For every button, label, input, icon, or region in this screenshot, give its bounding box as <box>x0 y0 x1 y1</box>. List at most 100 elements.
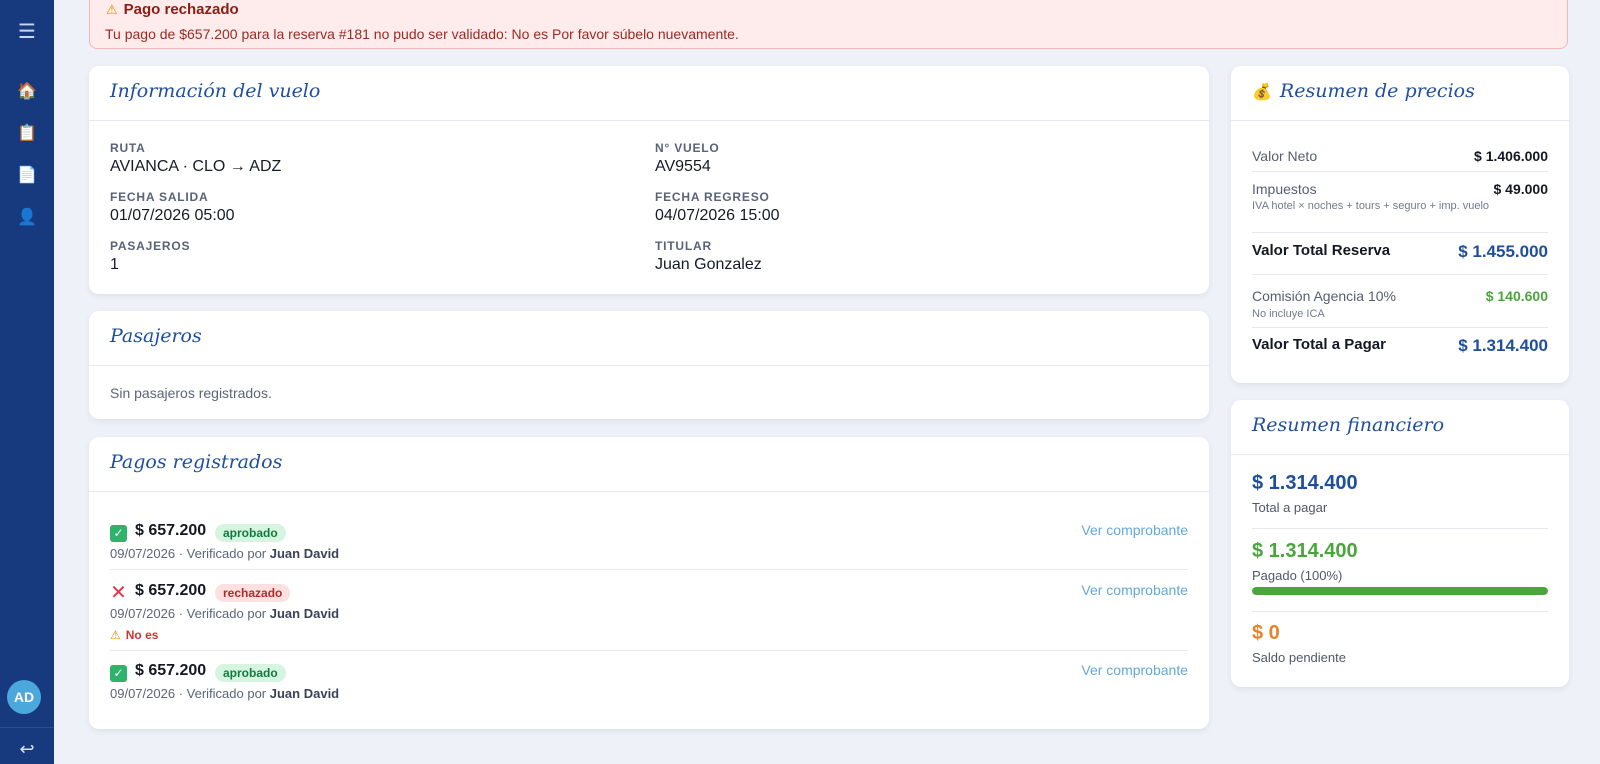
alert-title: ⚠ Pago rechazado <box>106 1 239 18</box>
view-receipt-link[interactable]: Ver comprobante <box>1081 662 1188 678</box>
user-icon[interactable]: 👤 <box>0 208 54 228</box>
rejection-reason-text: No es <box>125 628 159 642</box>
row-divider <box>110 650 1188 651</box>
financial-divider <box>1252 528 1548 529</box>
menu-icon[interactable]: ☰ <box>0 18 54 46</box>
passengers-empty-text: Sin pasajeros registrados. <box>110 385 272 401</box>
pending-label: Saldo pendiente <box>1252 650 1346 665</box>
price-summary-title: 💰 Resumen de precios <box>1252 80 1475 102</box>
total-amount: $ 1.314.400 <box>1252 472 1358 494</box>
holder-value: Juan Gonzalez <box>655 256 762 273</box>
payment-amount: $ 657.200 <box>135 522 207 539</box>
approved-check-icon: ✓ <box>110 525 127 542</box>
home-icon[interactable]: 🏠 <box>0 82 54 102</box>
pending-amount: $ 0 <box>1252 622 1280 644</box>
departure-date-value: 01/07/2026 05:00 <box>110 207 235 224</box>
paid-progress-fill <box>1252 587 1548 595</box>
view-receipt-link[interactable]: Ver comprobante <box>1081 522 1188 538</box>
verified-prefix: Verificado por <box>186 686 267 701</box>
sidebar-divider <box>0 727 54 728</box>
financial-summary-card: Resumen financiero $ 1.314.400 Total a p… <box>1231 400 1569 687</box>
verifier-name: Juan David <box>269 606 340 621</box>
flight-info-title: Información del vuelo <box>110 80 321 102</box>
return-date-label: FECHA REGRESO <box>655 190 770 204</box>
documents-icon[interactable]: 📄 <box>0 166 54 186</box>
total-reservation-value: $ 1.455.000 <box>1458 242 1548 261</box>
flight-number-label: N° VUELO <box>655 141 720 155</box>
rejection-reason: ⚠ No es <box>110 628 158 642</box>
total-to-pay-value: $ 1.314.400 <box>1458 336 1548 355</box>
payments-title: Pagos registrados <box>110 451 283 473</box>
status-badge: aprobado <box>215 664 286 682</box>
verified-prefix: Verificado por <box>186 546 267 561</box>
price-divider <box>1252 232 1548 233</box>
route-label: RUTA <box>110 141 146 155</box>
flight-info-card: Información del vuelo RUTA AVIANCA · CLO… <box>89 66 1209 294</box>
route-value: AVIANCA · CLO → ADZ <box>110 158 282 175</box>
financial-divider <box>1252 611 1548 612</box>
flight-number-value: AV9554 <box>655 158 711 175</box>
taxes-label: Impuestos <box>1252 181 1317 197</box>
verifier-name: Juan David <box>269 686 340 701</box>
payment-amount: $ 657.200 <box>135 582 207 599</box>
paid-label: Pagado (100%) <box>1252 568 1343 583</box>
total-reservation-label: Valor Total Reserva <box>1252 242 1391 259</box>
status-badge: aprobado <box>215 524 286 542</box>
passengers-title: Pasajeros <box>110 325 202 347</box>
warning-icon: ⚠ <box>110 628 121 642</box>
commission-label: Comisión Agencia 10% <box>1252 288 1396 304</box>
rejected-x-icon: ✕ <box>110 582 127 604</box>
money-bag-icon: 💰 <box>1252 82 1272 101</box>
payment-row: ✓ $ 657.200 aprobado 09/07/2026 · Verifi… <box>110 662 1188 705</box>
payment-row: ✕ $ 657.200 rechazado 09/07/2026 · Verif… <box>110 582 1188 642</box>
payment-rejected-alert: ⚠ Pago rechazado Tu pago de $657.200 para… <box>89 0 1568 49</box>
verifier-name: Juan David <box>269 546 340 561</box>
holder-label: TITULAR <box>655 239 712 253</box>
price-summary-card: 💰 Resumen de precios Valor Neto $ 1.406.0… <box>1231 66 1569 383</box>
verified-prefix: Verificado por <box>186 606 267 621</box>
payment-row: ✓ $ 657.200 aprobado 09/07/2026 · Verifi… <box>110 522 1188 565</box>
logout-icon[interactable]: ↩ <box>0 738 54 760</box>
view-receipt-link[interactable]: Ver comprobante <box>1081 582 1188 598</box>
payment-amount: $ 657.200 <box>135 662 207 679</box>
paid-progress-bar <box>1252 587 1548 595</box>
total-label: Total a pagar <box>1252 500 1328 515</box>
price-divider <box>1252 327 1548 328</box>
card-header: Pagos registrados <box>89 437 1209 492</box>
payment-meta: 09/07/2026 · Verificado por Juan David <box>110 606 340 621</box>
departure-date-label: FECHA SALIDA <box>110 190 209 204</box>
card-header: 💰 Resumen de precios <box>1231 66 1569 121</box>
price-divider <box>1252 171 1548 172</box>
reservations-icon[interactable]: 📋 <box>0 124 54 144</box>
paid-amount: $ 1.314.400 <box>1252 540 1358 562</box>
payment-date: 09/07/2026 <box>110 686 176 701</box>
commission-note: No incluye ICA <box>1252 308 1325 320</box>
payment-date: 09/07/2026 <box>110 606 176 621</box>
approved-check-icon: ✓ <box>110 665 127 682</box>
alert-title-text: Pago rechazado <box>123 1 239 18</box>
passengers-count-label: PASAJEROS <box>110 239 191 253</box>
card-header: Resumen financiero <box>1231 400 1569 455</box>
return-date-value: 04/07/2026 15:00 <box>655 207 780 224</box>
status-badge: rechazado <box>215 584 291 602</box>
net-value-label: Valor Neto <box>1252 148 1318 164</box>
price-divider <box>1252 274 1548 275</box>
payment-meta: 09/07/2026 · Verificado por Juan David <box>110 546 340 561</box>
sidebar: ☰ 🏠 📋 📄 👤 AD ↩ <box>0 0 54 764</box>
alert-message: Tu pago de $657.200 para la reserva #181… <box>105 26 739 42</box>
commission-value: $ 140.600 <box>1485 288 1548 304</box>
financial-summary-title: Resumen financiero <box>1252 414 1445 436</box>
payment-date: 09/07/2026 <box>110 546 176 561</box>
passengers-count-value: 1 <box>110 256 119 273</box>
net-value: $ 1.406.000 <box>1474 148 1548 164</box>
price-summary-title-text: Resumen de precios <box>1279 80 1475 102</box>
card-header: Pasajeros <box>89 311 1209 366</box>
warning-icon: ⚠ <box>106 2 118 17</box>
row-divider <box>110 569 1188 570</box>
card-header: Información del vuelo <box>89 66 1209 121</box>
taxes-note: IVA hotel × noches + tours + seguro + im… <box>1252 200 1490 212</box>
passengers-card: Pasajeros Sin pasajeros registrados. <box>89 311 1209 419</box>
taxes-value: $ 49.000 <box>1493 181 1549 197</box>
payment-meta: 09/07/2026 · Verificado por Juan David <box>110 686 340 701</box>
avatar[interactable]: AD <box>7 680 41 714</box>
